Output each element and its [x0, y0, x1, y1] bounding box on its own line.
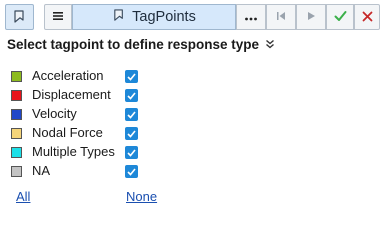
- check-icon: [334, 10, 347, 25]
- type-label: NA: [32, 163, 51, 178]
- heading-label: Select tagpoint to define response type: [7, 37, 260, 52]
- list-icon: [52, 10, 64, 25]
- type-label: Multiple Types: [32, 144, 115, 159]
- more-icon: [244, 10, 258, 25]
- play-icon: [305, 10, 317, 25]
- multiple-types-checkbox[interactable]: [125, 146, 138, 159]
- section-heading[interactable]: Select tagpoint to define response type: [7, 37, 275, 52]
- play-button[interactable]: [296, 4, 326, 30]
- na-checkbox[interactable]: [125, 165, 138, 178]
- toolbar: TagPoints: [44, 4, 380, 30]
- tagpoint-select-button[interactable]: [5, 4, 34, 30]
- type-label: Nodal Force: [32, 125, 103, 140]
- color-swatch: [11, 109, 22, 120]
- color-swatch: [11, 71, 22, 82]
- list-item-nodal-force: Nodal Force: [11, 124, 138, 143]
- list-item-velocity: Velocity: [11, 105, 138, 124]
- list-button[interactable]: [44, 4, 72, 30]
- select-all-link[interactable]: All: [16, 189, 30, 204]
- color-swatch: [11, 128, 22, 139]
- type-label: Displacement: [32, 87, 111, 102]
- list-item-displacement: Displacement: [11, 86, 138, 105]
- toolbar-title: TagPoints: [132, 9, 196, 25]
- velocity-checkbox[interactable]: [125, 108, 138, 121]
- list-item-acceleration: Acceleration: [11, 67, 138, 86]
- color-swatch: [11, 90, 22, 101]
- list-item-multiple-types: Multiple Types: [11, 143, 138, 162]
- color-swatch: [11, 166, 22, 177]
- go-first-button[interactable]: [266, 4, 296, 30]
- tag-icon: [112, 8, 127, 26]
- type-label: Acceleration: [32, 68, 104, 83]
- response-type-list: Acceleration Displacement Velocity Nodal…: [11, 67, 138, 181]
- nodal-force-checkbox[interactable]: [125, 127, 138, 140]
- tag-icon: [12, 9, 28, 25]
- skip-back-icon: [275, 10, 287, 25]
- close-button[interactable]: [354, 4, 380, 30]
- displacement-checkbox[interactable]: [125, 89, 138, 102]
- color-swatch: [11, 147, 22, 158]
- tagpoints-selector-button[interactable]: TagPoints: [72, 4, 236, 30]
- apply-button[interactable]: [326, 4, 354, 30]
- chevron-double-down-icon[interactable]: [265, 37, 275, 52]
- list-item-na: NA: [11, 162, 138, 181]
- close-icon: [362, 10, 373, 25]
- acceleration-checkbox[interactable]: [125, 70, 138, 83]
- select-none-link[interactable]: None: [126, 189, 157, 204]
- type-label: Velocity: [32, 106, 77, 121]
- more-options-button[interactable]: [236, 4, 266, 30]
